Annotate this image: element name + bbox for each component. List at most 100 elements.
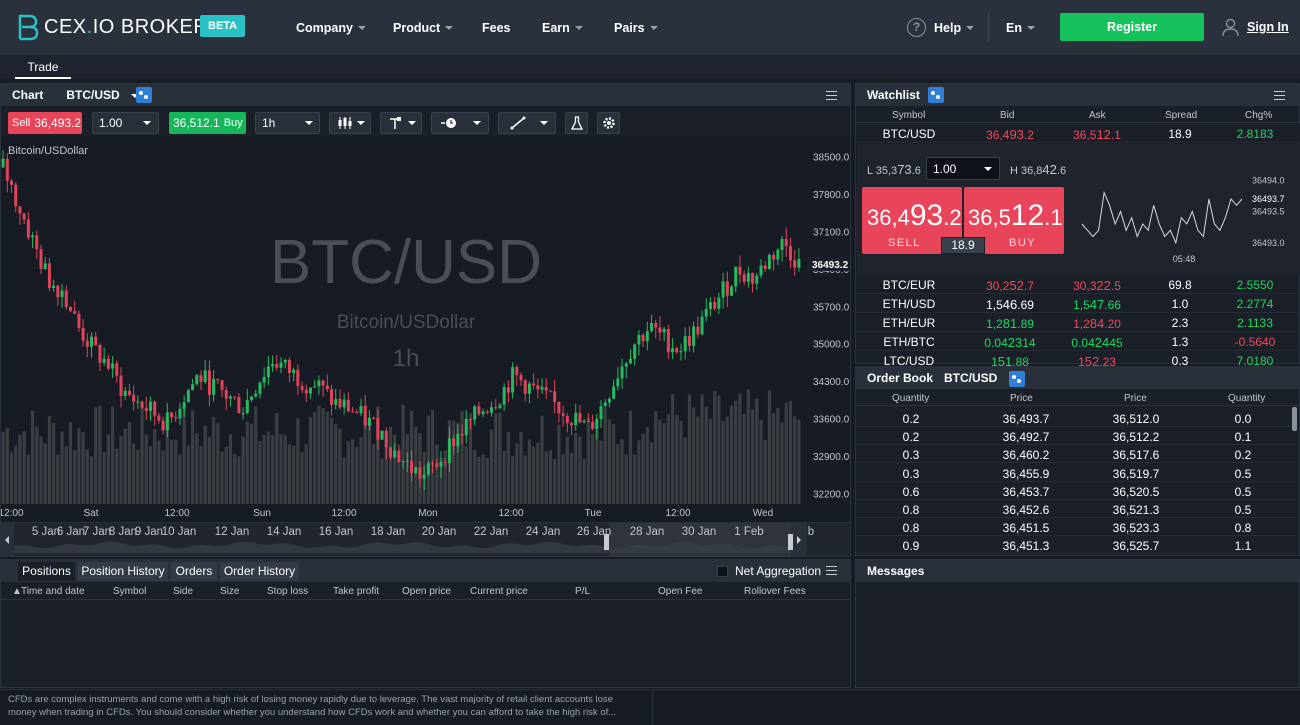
column-header[interactable]: Symbol	[892, 110, 925, 121]
chart-legend: Bitcoin/USDollar	[8, 145, 88, 157]
column-header[interactable]: Side	[173, 586, 193, 597]
tab-order-history[interactable]: Order History	[220, 562, 299, 581]
detail-quantity-select[interactable]: 1.00	[926, 157, 1000, 180]
watchlist-row[interactable]: ETH/USD 1,546.69 1,547.66 1.0 2.2774	[856, 294, 1300, 313]
column-header[interactable]: Bid	[1000, 110, 1014, 121]
chart-quantity-select[interactable]: 1.00	[92, 112, 159, 134]
nav-help[interactable]: Help	[934, 0, 975, 55]
navigator-handle[interactable]	[788, 534, 793, 550]
volume-bar	[266, 431, 270, 504]
candle-body	[477, 406, 481, 415]
interval-select[interactable]: 1h	[255, 112, 320, 134]
link-icon[interactable]	[1009, 371, 1025, 387]
orderbook-row[interactable]: 0.3 36,460.2 36,517.6 0.2	[856, 445, 1296, 464]
chart-type-button[interactable]	[329, 112, 371, 134]
watchlist-bid: 1,281.89	[986, 316, 1034, 331]
watchlist-row[interactable]: BTC/USD 36,493.2 36,512.1 18.9 2.8183	[856, 124, 1300, 143]
candle-body	[300, 386, 304, 390]
chart-tools-button[interactable]	[380, 112, 422, 134]
candle-body	[325, 385, 329, 390]
watchlist-row[interactable]: ETH/EUR 1,281.89 1,284.20 2.3 2.1133	[856, 313, 1300, 332]
column-header[interactable]: Open Fee	[658, 586, 702, 597]
watchlist-row[interactable]: BTC/EUR 30,252.7 30,322.5 69.8 2.5550	[856, 275, 1300, 294]
column-header[interactable]: P/L	[575, 586, 590, 597]
x-tick-label: Tue	[585, 508, 602, 519]
orderbook-pair-selector[interactable]: BTC/USD	[944, 371, 1017, 385]
orderbook-row[interactable]: 0.3 36,455.9 36,519.7 0.5	[856, 464, 1296, 482]
volume-bar	[599, 440, 603, 504]
volume-bar	[334, 423, 338, 504]
volume-bar	[94, 407, 98, 504]
chart-buy-button[interactable]: 36,512.1 Buy	[169, 112, 246, 134]
candle-body	[359, 406, 363, 414]
orderbook-scrollbar[interactable]	[1292, 407, 1297, 431]
orderbook-row[interactable]: 0.8 36,452.6 36,521.3 0.5	[856, 500, 1296, 518]
menu-icon[interactable]	[1274, 91, 1285, 100]
candle-body	[599, 406, 603, 420]
nav-fees[interactable]: Fees	[482, 0, 511, 55]
column-header[interactable]: Stop loss	[267, 586, 308, 597]
column-header[interactable]: Size	[220, 586, 239, 597]
volume-bar	[367, 418, 372, 504]
menu-icon[interactable]	[826, 566, 837, 575]
column-header[interactable]: Open price	[402, 586, 451, 597]
flask-icon	[570, 115, 584, 130]
chart-settings-button[interactable]	[597, 112, 620, 134]
register-button[interactable]: Register	[1060, 13, 1204, 41]
column-header[interactable]: Spread	[1165, 110, 1197, 121]
nav-company[interactable]: Company	[296, 0, 366, 55]
link-icon[interactable]	[136, 87, 152, 103]
candle-body	[271, 364, 275, 367]
net-aggregation-checkbox[interactable]	[717, 566, 728, 577]
candle-body	[452, 438, 456, 447]
y-tick-label: 32900.0	[813, 452, 850, 463]
indicators-button[interactable]	[565, 112, 588, 134]
help-icon[interactable]: ?	[907, 18, 926, 37]
orderbook-row[interactable]: 0.2 36,493.7 36,512.0 0.0	[856, 409, 1296, 427]
user-icon	[1222, 18, 1239, 37]
trend-line-icon	[510, 116, 526, 130]
language-selector[interactable]: En	[1006, 0, 1035, 55]
watermark-pair: BTC/USD	[270, 228, 542, 297]
volume-bar	[515, 443, 519, 504]
tab-trade[interactable]: Trade	[15, 60, 71, 79]
column-header[interactable]: Time and date	[21, 586, 85, 597]
candle-body	[199, 375, 203, 383]
mini-y-tick: 36494.0	[1252, 175, 1285, 185]
candle-body	[94, 336, 98, 345]
volume-bar	[161, 450, 165, 504]
tab-position-history[interactable]: Position History	[78, 562, 168, 581]
watchlist-column-headers: Symbol Bid Ask Spread Chg%	[856, 107, 1300, 123]
volume-bar	[388, 426, 393, 504]
volume-bar	[56, 454, 60, 504]
column-header[interactable]: Symbol	[113, 586, 146, 597]
orderbook-row[interactable]: 0.2 36,492.7 36,512.2 0.1	[856, 427, 1296, 446]
column-header[interactable]: Take profit	[333, 586, 379, 597]
column-header[interactable]: Rollover Fees	[744, 586, 806, 597]
brand-logo[interactable]: CEX.IO BROKER	[16, 13, 208, 41]
messages-panel: Messages	[855, 559, 1300, 688]
chart-time-button[interactable]	[431, 112, 489, 134]
orderbook-row[interactable]: 0.9 36,451.3 36,525.7 1.1	[856, 536, 1296, 555]
tab-orders[interactable]: Orders	[171, 562, 217, 581]
column-header[interactable]: Ask	[1089, 110, 1106, 121]
price-chart[interactable]: BTC/USD Bitcoin/USDollar 1h Bitcoin/USDolla…	[1, 138, 850, 522]
nav-earn[interactable]: Earn	[542, 0, 583, 55]
candle-body	[405, 460, 409, 462]
candle-body	[692, 326, 696, 346]
column-header[interactable]: Chg%	[1245, 110, 1272, 121]
chart-navigator[interactable]: 5 Jan 6 Jan 7 Jan 8 Jan 9 Jan 10 Jan 12 Jan 14 …	[1, 522, 850, 557]
watchlist-row[interactable]: ETH/BTC 0.042314 0.042445 1.3 -0.5640	[856, 332, 1300, 351]
chart-pair-selector[interactable]: BTC/USD	[66, 88, 140, 102]
nav-pairs[interactable]: Pairs	[614, 0, 658, 55]
chart-draw-button[interactable]	[498, 112, 556, 134]
link-icon[interactable]	[928, 87, 944, 103]
nav-product[interactable]: Product	[393, 0, 454, 55]
orderbook-row[interactable]: 0.8 36,451.5 36,523.3 0.8	[856, 518, 1296, 537]
column-header[interactable]: Current price	[470, 586, 528, 597]
menu-icon[interactable]	[826, 91, 837, 100]
tab-positions[interactable]: Positions	[18, 562, 75, 581]
orderbook-row[interactable]: 0.6 36,453.7 36,520.5 0.5	[856, 482, 1296, 500]
chart-sell-button[interactable]: Sell 36,493.2	[8, 112, 82, 134]
sign-in-link[interactable]: Sign In	[1247, 20, 1289, 34]
